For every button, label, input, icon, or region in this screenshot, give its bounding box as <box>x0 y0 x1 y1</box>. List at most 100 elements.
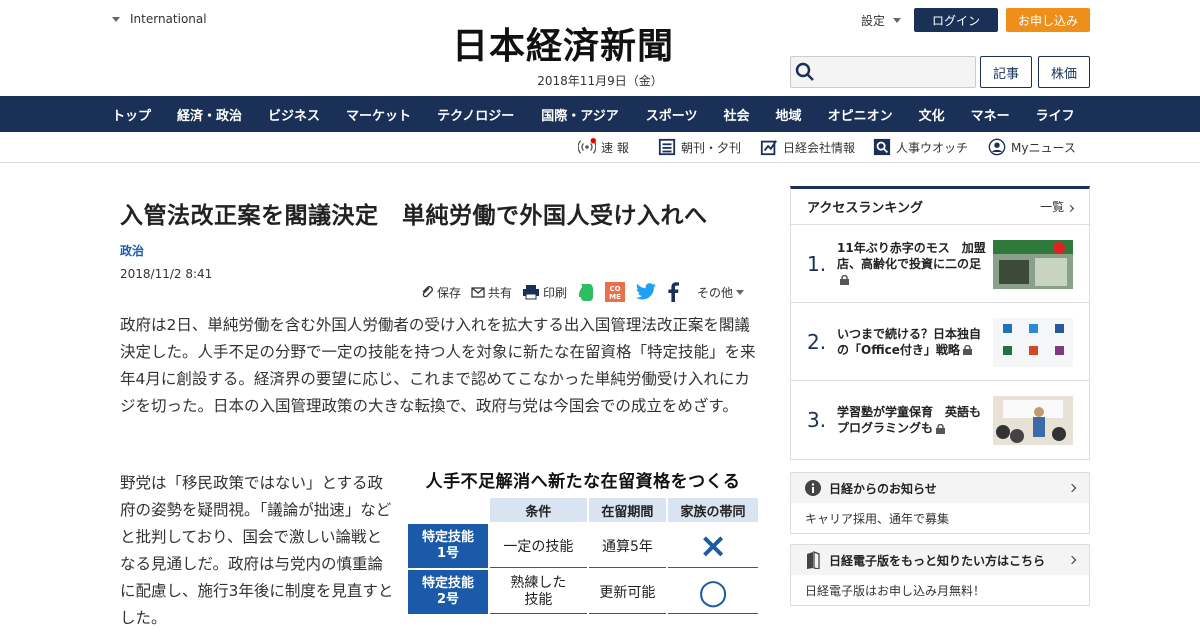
my-news-link[interactable]: Myニュース <box>988 138 1076 156</box>
come-button[interactable]: CO ME <box>605 282 626 302</box>
personnel-watch-link[interactable]: 人事ウオッチ <box>873 138 968 156</box>
digital-title: 日経電子版をもっと知りたい方はこちら <box>829 553 1046 568</box>
row-label: 特定技能 1号 <box>408 524 488 568</box>
mynews-label: Myニュース <box>1011 140 1076 155</box>
ranking-item-title: いつまで続ける？日本独自の「Office付き」戦略 <box>837 326 987 358</box>
broadcast-icon <box>578 138 596 154</box>
settings-menu[interactable]: 設定 <box>861 12 902 29</box>
twitter-icon <box>635 283 656 300</box>
region-selector[interactable]: International <box>112 12 207 26</box>
main-nav: トップ 経済・政治 ビジネス マーケット テクノロジー 国際・アジア スポーツ … <box>0 96 1200 132</box>
personnel-label: 人事ウオッチ <box>896 140 969 155</box>
nav-economy[interactable]: 経済・政治 <box>177 105 242 124</box>
notice-box[interactable]: 日経からのお知らせ キャリア採用、通年で募集 <box>790 472 1090 534</box>
search-input[interactable] <box>819 58 975 86</box>
articles-button[interactable]: 記事 <box>980 56 1032 88</box>
twitter-button[interactable] <box>635 283 657 301</box>
digital-box[interactable]: 日経電子版をもっと知りたい方はこちら 日経電子版はお申し込み月無料！ <box>790 544 1090 606</box>
ranking-thumbnail <box>993 318 1073 367</box>
caret-down-icon <box>736 289 745 295</box>
lock-icon <box>962 345 972 355</box>
ranking-header: アクセスランキング 一覧 <box>791 189 1089 225</box>
ranking-title-text: いつまで続ける？日本独自の「Office付き」戦略 <box>837 326 982 357</box>
book-icon <box>807 551 820 569</box>
table-row: 特定技能 2号 熟練した 技能 更新可能 ○ <box>408 570 758 614</box>
ranking-item[interactable]: 3. 学習塾が学童保育 英語もプログラミングも <box>791 381 1089 459</box>
digital-header: 日経電子版をもっと知りたい方はこちら <box>791 545 1089 575</box>
ranking-title: アクセスランキング <box>807 201 923 216</box>
ranking-number: 2. <box>807 329 827 354</box>
site-logo[interactable]: 日本経済新聞 <box>452 28 674 64</box>
digital-body: 日経電子版はお申し込み月無料！ <box>805 583 986 598</box>
article-lead: 政府は2日、単純労働を含む外国人労働者の受け入れを拡大する出入国管理法改正案を閣… <box>120 316 756 415</box>
more-share-button[interactable]: その他 <box>697 284 745 301</box>
ranking-item[interactable]: 2. いつまで続ける？日本独自の「Office付き」戦略 <box>791 303 1089 381</box>
settings-label: 設定 <box>861 14 886 28</box>
sidebar: アクセスランキング 一覧 1. 11年ぶり赤字のモス 加盟店、高齢化で投資に二の足… <box>790 186 1090 606</box>
share-label: 共有 <box>488 285 513 300</box>
header: International 日本経済新聞 2018年11月9日（金） 設定 ログ… <box>0 0 1200 96</box>
row-label: 特定技能 2号 <box>408 570 488 614</box>
come-icon: COME <box>605 282 626 302</box>
lock-icon <box>936 423 946 434</box>
region-label: International <box>130 12 207 26</box>
row-condition: 熟練した 技能 <box>490 570 587 614</box>
evernote-button[interactable] <box>577 282 595 302</box>
chevron-right-icon <box>1067 483 1077 493</box>
nav-culture[interactable]: 文化 <box>919 105 945 124</box>
notice-title: 日経からのお知らせ <box>829 481 937 496</box>
access-ranking: アクセスランキング 一覧 1. 11年ぶり赤字のモス 加盟店、高齢化で投資に二の足… <box>790 186 1090 460</box>
article-header: 入管法改正案を閣議決定 単純労働で外国人受け入れへ 政治 2018/11/2 8… <box>120 196 760 281</box>
sub-nav: 速 報 朝刊・夕刊 日経会社情報 人事ウオッチ Myニュース <box>0 132 1200 163</box>
facebook-button[interactable] <box>667 282 680 302</box>
facebook-icon <box>668 282 680 302</box>
user-icon <box>988 138 1006 156</box>
notice-body: キャリア採用、通年で募集 <box>805 511 950 526</box>
chevron-right-icon <box>1066 204 1075 213</box>
print-button[interactable]: 印刷 <box>522 284 567 301</box>
search-icon[interactable] <box>795 62 815 82</box>
article-figure[interactable]: 人手不足解消へ新たな在留資格をつくる 条件 在留期間 家族の帯同 特定技能 1号 一… <box>408 468 758 630</box>
edition-label: 朝刊・夕刊 <box>681 140 742 155</box>
ranking-item-title: 学習塾が学童保育 英語もプログラミングも <box>837 404 987 436</box>
nav-life[interactable]: ライフ <box>1036 105 1075 124</box>
nav-international[interactable]: 国際・アジア <box>541 105 618 124</box>
login-button[interactable]: ログイン <box>914 8 998 32</box>
article-timestamp: 2018/11/2 8:41 <box>120 267 213 281</box>
breaking-news-link[interactable]: 速 報 <box>578 138 629 156</box>
edition-link[interactable]: 朝刊・夕刊 <box>658 138 741 156</box>
nav-region[interactable]: 地域 <box>776 105 802 124</box>
nav-opinion[interactable]: オピニオン <box>828 105 893 124</box>
nav-sports[interactable]: スポーツ <box>646 105 698 124</box>
ranking-thumbnail <box>993 240 1073 289</box>
row-period: 更新可能 <box>588 570 667 614</box>
company-info-link[interactable]: 日経会社情報 <box>760 138 855 156</box>
ranking-item[interactable]: 1. 11年ぶり赤字のモス 加盟店、高齢化で投資に二の足 <box>791 225 1089 303</box>
ranking-title-text: 11年ぶり赤字のモス 加盟店、高齢化で投資に二の足 <box>837 240 986 271</box>
row-family: ○ <box>668 570 758 614</box>
breaking-label: 速 報 <box>601 140 629 155</box>
nav-market[interactable]: マーケット <box>346 105 411 124</box>
article-category[interactable]: 政治 <box>120 242 760 259</box>
nav-business[interactable]: ビジネス <box>268 105 320 124</box>
article-title: 入管法改正案を閣議決定 単純労働で外国人受け入れへ <box>120 203 708 229</box>
caret-down-icon <box>112 16 120 22</box>
row-period: 通算5年 <box>588 524 667 568</box>
save-button[interactable]: 保存 <box>420 284 461 301</box>
ranking-title-text: 学習塾が学童保育 英語もプログラミングも <box>837 405 982 435</box>
ranking-more-link[interactable]: 一覧 <box>1040 198 1075 215</box>
notice-header: 日経からのお知らせ <box>791 473 1089 503</box>
stocks-button[interactable]: 株価 <box>1038 56 1090 88</box>
save-label: 保存 <box>437 285 462 300</box>
search-box <box>790 56 976 88</box>
nav-technology[interactable]: テクノロジー <box>437 105 514 124</box>
nav-money[interactable]: マネー <box>971 105 1010 124</box>
nav-top[interactable]: トップ <box>112 105 151 124</box>
evernote-icon <box>579 284 594 301</box>
lock-icon <box>840 275 849 285</box>
figure-table: 条件 在留期間 家族の帯同 特定技能 1号 一定の技能 通算5年 × 特定技能 2号… <box>406 496 760 616</box>
header-date: 2018年11月9日（金） <box>537 74 663 88</box>
nav-society[interactable]: 社会 <box>724 105 750 124</box>
subscribe-button[interactable]: お申し込み <box>1006 8 1090 32</box>
share-button[interactable]: 共有 <box>471 284 512 301</box>
